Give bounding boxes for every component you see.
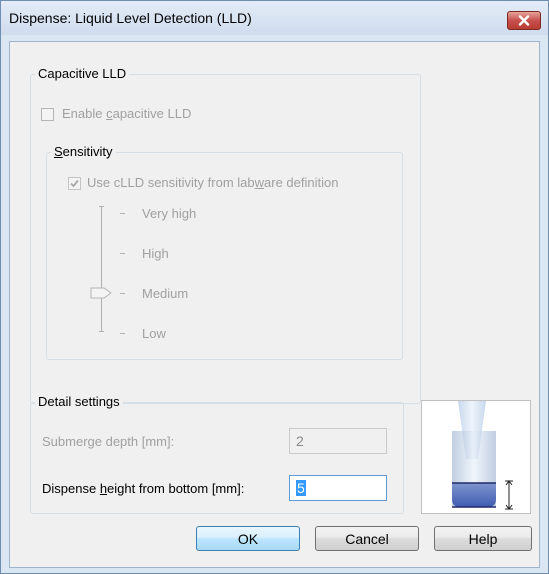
sensitivity-level-high: High <box>142 246 169 261</box>
title-bar[interactable]: Dispense: Liquid Level Detection (LLD) <box>1 1 548 35</box>
slider-tick-high <box>120 253 125 254</box>
sensitivity-level-medium: Medium <box>142 286 189 301</box>
help-button[interactable]: Help <box>434 526 532 551</box>
dialog-title: Dispense: Liquid Level Detection (LLD) <box>9 10 252 26</box>
use-labware-sensitivity-checkbox[interactable] <box>68 177 81 190</box>
dispense-height-value: 5 <box>296 480 306 496</box>
detail-settings-legend: Detail settings <box>35 394 123 409</box>
submerge-depth-value: 2 <box>296 433 304 449</box>
dialog-client-area: Capacitive LLD Enable capacitive LLD Sen… <box>9 41 540 568</box>
sensitivity-slider[interactable] <box>90 202 130 342</box>
slider-track-cap-top <box>99 206 104 207</box>
close-button[interactable] <box>507 11 541 30</box>
submerge-depth-input[interactable]: 2 <box>289 428 387 454</box>
enable-capacitive-lld-checkbox[interactable] <box>41 108 54 121</box>
capacitive-lld-legend: Capacitive LLD <box>35 66 130 81</box>
dispense-height-label: Dispense height from bottom [mm]: <box>42 481 245 496</box>
sensitivity-level-very-high: Very high <box>142 206 197 221</box>
slider-tick-low <box>120 333 125 334</box>
slider-track <box>101 206 102 332</box>
slider-thumb[interactable] <box>90 287 112 299</box>
ok-button[interactable]: OK <box>196 526 300 551</box>
slider-tick-medium <box>120 293 125 294</box>
lld-illustration <box>421 400 531 514</box>
sensitivity-legend: Sensitivity <box>51 144 116 159</box>
checkmark-icon <box>70 179 79 188</box>
dialog-window: Dispense: Liquid Level Detection (LLD) C… <box>0 0 549 574</box>
tip-in-well-illustration <box>452 401 513 510</box>
enable-capacitive-lld-label[interactable]: Enable capacitive LLD <box>62 106 191 121</box>
cancel-button[interactable]: Cancel <box>315 526 419 551</box>
sensitivity-level-low: Low <box>142 326 166 341</box>
slider-tick-very-high <box>120 213 125 214</box>
submerge-depth-label: Submerge depth [mm]: <box>42 434 175 449</box>
slider-track-cap-bottom <box>99 331 104 332</box>
dispense-height-input[interactable]: 5 <box>289 475 387 501</box>
use-labware-sensitivity-label[interactable]: Use cLLD sensitivity from labware defini… <box>87 175 338 190</box>
close-icon <box>518 15 530 26</box>
